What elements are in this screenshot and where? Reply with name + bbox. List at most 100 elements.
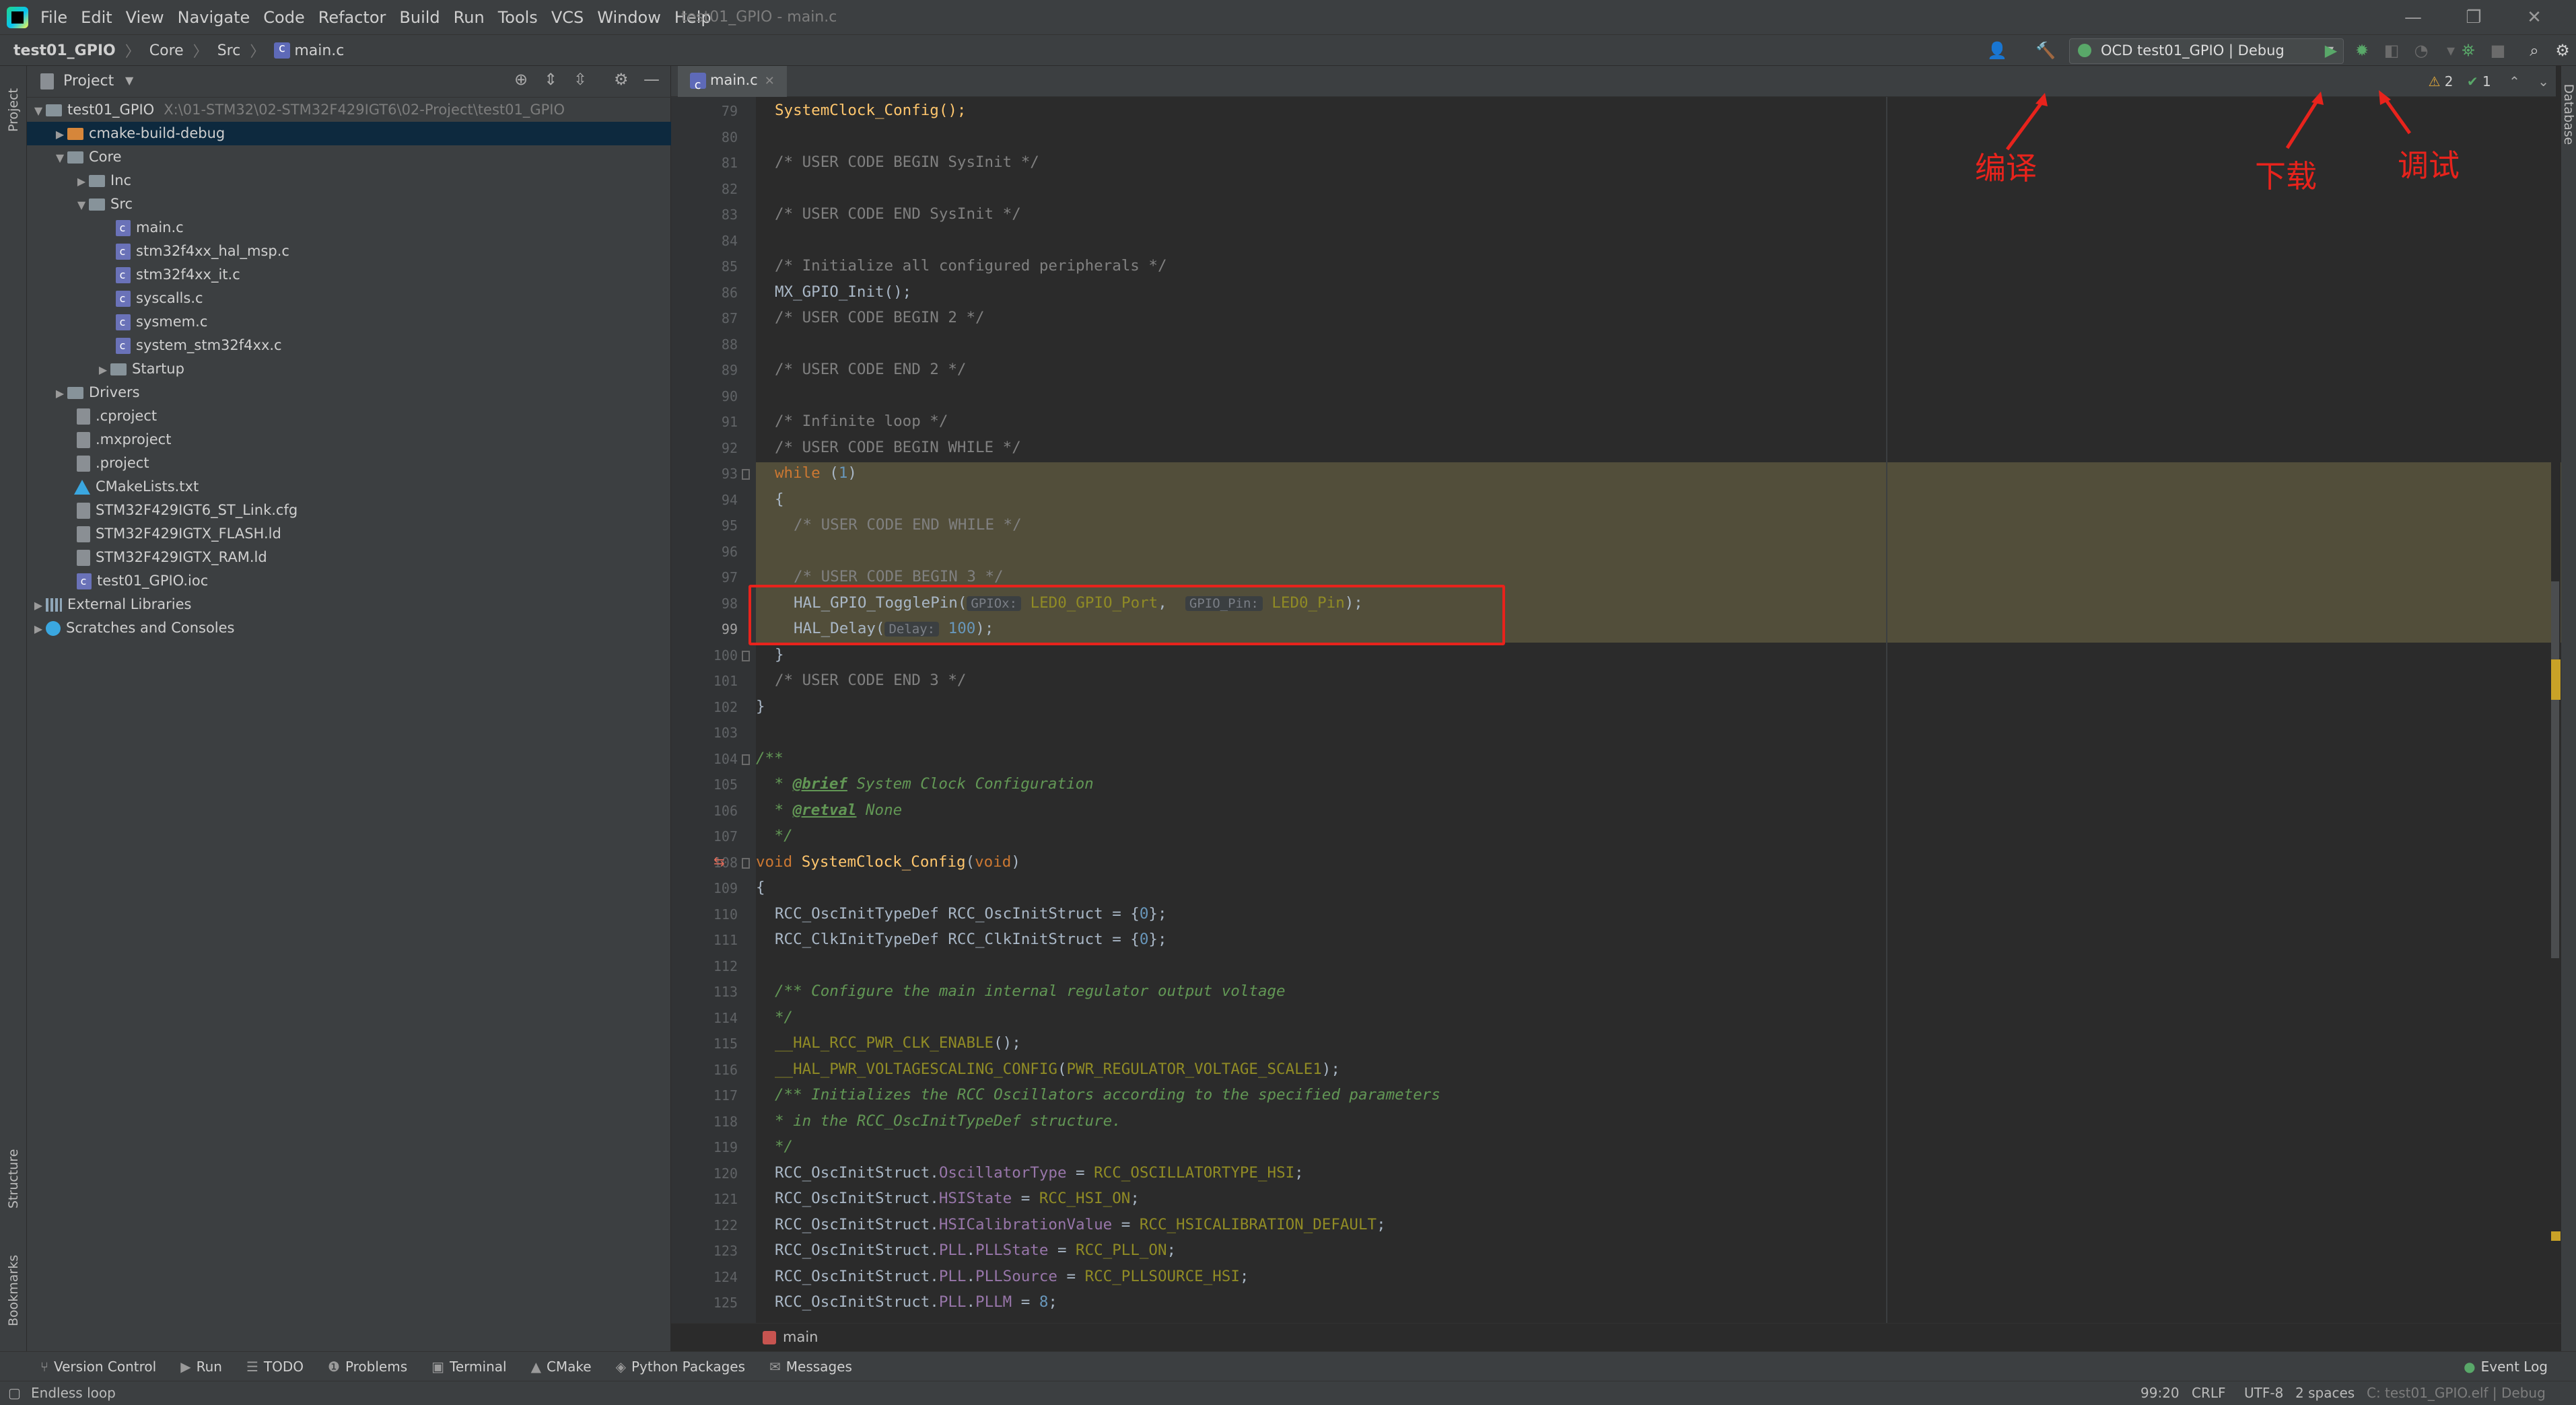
inspection-widget[interactable]: ⚠ 2 ✔ 1 ⌃ ⌄	[2429, 66, 2550, 97]
chevron-down-icon[interactable]: ⌄	[2538, 73, 2549, 89]
breadcrumb-project[interactable]: test01_GPIO	[13, 42, 116, 59]
tree-item-system-stm32[interactable]: system_stm32f4xx.c	[27, 334, 760, 357]
tab-main-c[interactable]: main.c ✕	[678, 66, 787, 100]
hide-panel-icon[interactable]: —	[643, 70, 660, 89]
close-icon[interactable]: ✕	[2504, 0, 2565, 35]
menu-navigate[interactable]: Navigate	[178, 8, 250, 27]
debug-bug-icon[interactable]: ✹	[2352, 40, 2372, 61]
vertical-scrollbar[interactable]	[2551, 97, 2561, 1323]
highlight-marker[interactable]	[2551, 1231, 2561, 1241]
chevron-right-icon: 〉	[250, 44, 265, 61]
tool-version-control[interactable]: ⑂ Version Control	[40, 1359, 156, 1375]
menu-build[interactable]: Build	[399, 8, 440, 27]
build-hammer-icon[interactable]: 🔨	[2035, 40, 2056, 61]
tree-item-stlink-cfg[interactable]: STM32F429IGT6_ST_Link.cfg	[27, 499, 721, 522]
tree-item-core[interactable]: ▼ Core	[27, 145, 697, 169]
tree-item-external-libraries[interactable]: ▶ External Libraries	[27, 593, 675, 616]
menu-refactor[interactable]: Refactor	[318, 8, 386, 27]
code-editor[interactable]	[756, 97, 2556, 1323]
indent-setting[interactable]: 2 spaces	[2295, 1381, 2355, 1404]
code-line-123: RCC_OscInitStruct.PLL.PLLState = RCC_PLL…	[775, 1241, 1177, 1259]
menu-file[interactable]: File	[40, 8, 67, 27]
caret-position[interactable]: 99:20	[2140, 1381, 2180, 1404]
database-tool-tab[interactable]: Database	[2560, 81, 2576, 148]
collapse-all-icon[interactable]: ⇳	[573, 70, 587, 89]
tool-terminal[interactable]: ▣ Terminal	[431, 1359, 506, 1375]
fold-icon[interactable]	[742, 858, 750, 869]
menu-view[interactable]: View	[126, 8, 164, 27]
close-tab-icon[interactable]: ✕	[765, 74, 775, 88]
scrollbar-thumb[interactable]	[2551, 581, 2559, 958]
status-panel-icon[interactable]: ▢	[8, 1381, 21, 1404]
tree-item-project-root[interactable]: ▼ test01_GPIO X:\01-STM32\02-STM32F429IGT6…	[27, 98, 675, 122]
fold-icon[interactable]	[742, 469, 750, 480]
chevron-down-icon[interactable]: ▼	[125, 74, 133, 87]
breadcrumb-src[interactable]: Src	[217, 42, 241, 59]
tree-item-startup[interactable]: ▶ Startup	[27, 357, 740, 381]
tree-item-project-file[interactable]: .project	[27, 452, 721, 475]
line-number: 84	[721, 232, 738, 249]
run-configuration-select[interactable]: OCD test01_GPIO | Debug ▼	[2069, 38, 2344, 64]
tool-messages[interactable]: ✉ Messages	[769, 1359, 852, 1375]
tool-problems[interactable]: ❶ Problems	[328, 1359, 407, 1375]
run-icon[interactable]: ▶	[2321, 40, 2341, 61]
profile-icon[interactable]: ◔	[2411, 40, 2431, 61]
tool-event-log[interactable]: ● Event Log	[2464, 1359, 2548, 1375]
expand-all-icon[interactable]: ⇕	[544, 70, 557, 89]
line-number: 100	[713, 647, 738, 663]
tree-item-main-c[interactable]: main.c	[27, 216, 760, 240]
tool-todo[interactable]: ☰ TODO	[246, 1359, 304, 1375]
locate-target-icon[interactable]: ⊕	[514, 70, 528, 89]
tool-run[interactable]: ▶ Run	[180, 1359, 222, 1375]
line-number: 96	[721, 543, 738, 560]
tree-item-flash-ld[interactable]: STM32F429IGTX_FLASH.ld	[27, 522, 721, 546]
restore-icon[interactable]: ❐	[2443, 0, 2504, 35]
tool-cmake[interactable]: ▲ CMake	[531, 1359, 592, 1375]
minimize-icon[interactable]: —	[2383, 0, 2443, 35]
tree-item-scratches[interactable]: ▶ Scratches and Consoles	[27, 616, 675, 640]
folder-icon	[67, 387, 83, 399]
line-number: 91	[721, 414, 738, 430]
breadcrumb-function[interactable]: main	[783, 1329, 818, 1345]
tree-item-src[interactable]: ▼ Src	[27, 192, 718, 216]
line-separator[interactable]: CRLF	[2192, 1381, 2226, 1404]
menu-code[interactable]: Code	[263, 8, 304, 27]
tree-item-syscalls[interactable]: syscalls.c	[27, 287, 760, 310]
tool-python-packages[interactable]: ◈ Python Packages	[616, 1359, 745, 1375]
fold-icon[interactable]	[742, 754, 750, 765]
attach-debugger-icon[interactable]: ⛯	[2458, 40, 2478, 61]
menu-window[interactable]: Window	[597, 8, 661, 27]
tree-item-ioc[interactable]: test01_GPIO.ioc	[27, 569, 721, 593]
tree-item-sysmem[interactable]: sysmem.c	[27, 310, 760, 334]
menu-run[interactable]: Run	[454, 8, 485, 27]
search-icon[interactable]: ⌕	[2524, 40, 2544, 61]
tree-item-inc[interactable]: ▶ Inc	[27, 169, 718, 192]
build-context[interactable]: C: test01_GPIO.elf | Debug	[2367, 1381, 2546, 1404]
project-view-select[interactable]: Project	[63, 66, 114, 97]
coverage-icon[interactable]: ◧	[2381, 40, 2402, 61]
stop-icon[interactable]: ■	[2488, 40, 2508, 61]
navigate-declaration-icon[interactable]: ⇆	[713, 853, 725, 869]
tree-item-it-c[interactable]: stm32f4xx_it.c	[27, 263, 760, 287]
file-encoding[interactable]: UTF-8	[2244, 1381, 2283, 1404]
tree-item-hal-msp[interactable]: stm32f4xx_hal_msp.c	[27, 240, 760, 263]
user-icon[interactable]: 👤	[1987, 40, 2007, 61]
tree-item-drivers[interactable]: ▶ Drivers	[27, 381, 697, 404]
tree-item-cproject[interactable]: .cproject	[27, 404, 721, 428]
tree-item-ram-ld[interactable]: STM32F429IGTX_RAM.ld	[27, 546, 721, 569]
tree-item-cmakelists[interactable]: CMakeLists.txt	[27, 475, 718, 499]
settings-gear-icon[interactable]: ⚙	[2552, 40, 2573, 61]
line-number: 107	[713, 828, 738, 844]
highlight-marker[interactable]	[2551, 659, 2561, 700]
fold-icon[interactable]	[742, 651, 750, 661]
settings-gear-icon[interactable]: ⚙	[614, 70, 629, 89]
tree-item-mxproject[interactable]: .mxproject	[27, 428, 721, 452]
project-panel-header: Project ▼ ⊕ ⇕ ⇳ ⚙ —	[27, 66, 671, 98]
breadcrumb-core[interactable]: Core	[149, 42, 184, 59]
tree-item-cmake-build-debug[interactable]: ▶ cmake-build-debug	[27, 122, 697, 145]
menu-tools[interactable]: Tools	[498, 8, 538, 27]
menu-edit[interactable]: Edit	[81, 8, 112, 27]
chevron-up-icon[interactable]: ⌃	[2509, 73, 2520, 89]
breadcrumb-file[interactable]: main.c	[294, 42, 344, 59]
menu-vcs[interactable]: VCS	[551, 8, 584, 27]
